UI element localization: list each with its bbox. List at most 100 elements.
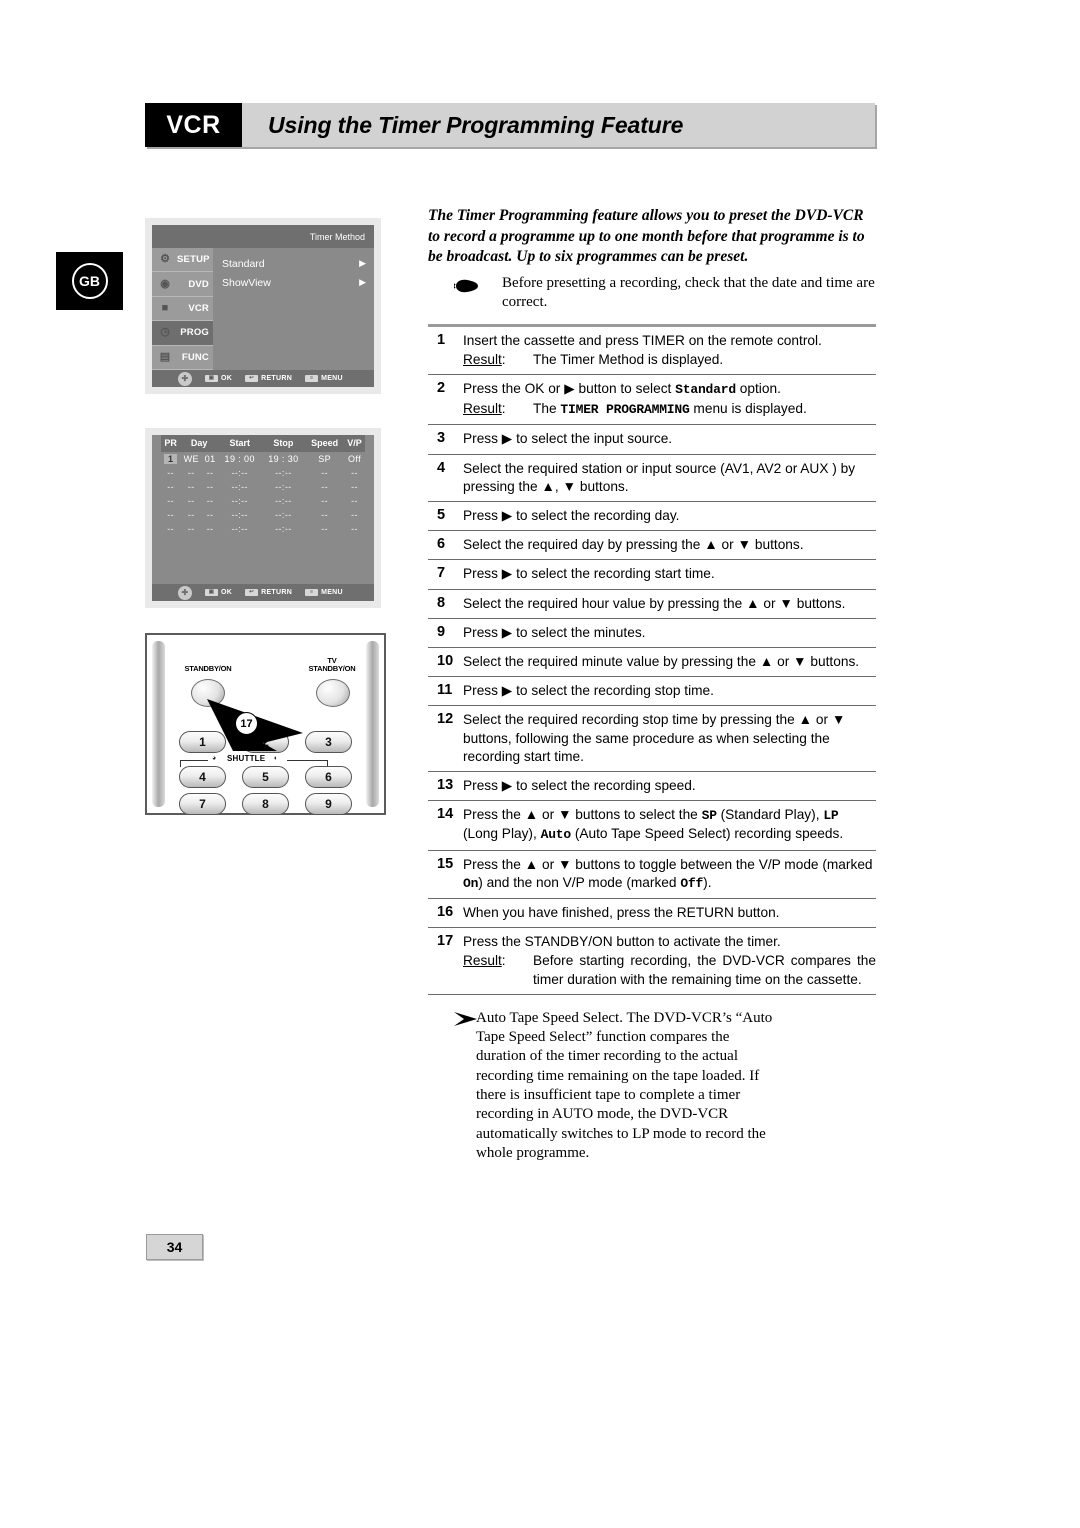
locale-badge: GB bbox=[56, 252, 123, 310]
step-17: 17 Press the STANDBY/ON button to activa… bbox=[428, 928, 876, 994]
osd-sidebar-item-dvd[interactable]: ◉ DVD bbox=[152, 272, 213, 297]
remote-key-5[interactable]: 5 bbox=[242, 766, 289, 788]
result-text-emphasis: TIMER PROGRAMMING bbox=[560, 402, 690, 418]
cell-day: -- bbox=[187, 482, 195, 492]
cell-start: --:-- bbox=[231, 524, 248, 534]
col-day: Day bbox=[180, 435, 218, 452]
instructions-column: The Timer Programming feature allows you… bbox=[428, 206, 876, 1163]
remote-key-7[interactable]: 7 bbox=[179, 793, 226, 815]
step-text-part: (Auto Tape Speed Select) recording speed… bbox=[571, 826, 844, 842]
step-9: 9 Press ▶ to select the minutes. bbox=[428, 619, 876, 648]
cell-stop: --:-- bbox=[275, 468, 292, 478]
step-body: Insert the cassette and press TIMER on t… bbox=[463, 332, 876, 369]
step-7: 7 Press ▶ to select the recording start … bbox=[428, 560, 876, 590]
chevron-right-icon: ▶ bbox=[359, 277, 366, 287]
col-pr: PR bbox=[161, 435, 181, 452]
shuttle-rule-right bbox=[287, 760, 328, 762]
tv-standby-label-line2: STANDBY/ON bbox=[308, 664, 356, 673]
step-14: 14 Press the ▲ or ▼ buttons to select th… bbox=[428, 801, 876, 851]
step-number: 16 bbox=[437, 903, 454, 920]
table-row[interactable]: 1 WE 01 19 : 00 19 : 30 SP Off bbox=[161, 452, 365, 466]
step-body: Press ▶ to select the input source. bbox=[463, 430, 876, 448]
osd-sidebar-item-func[interactable]: ▤ FUNC bbox=[152, 345, 213, 371]
step-body: Press the STANDBY/ON button to activate … bbox=[463, 933, 876, 989]
remote-key-3[interactable]: 3 bbox=[305, 731, 352, 753]
arrow-right-icon: ▶ bbox=[501, 431, 513, 447]
step-text-emphasis: SP bbox=[701, 808, 717, 824]
step-text: Insert the cassette and press TIMER on t… bbox=[463, 332, 822, 348]
menu-key-icon: ≡ bbox=[305, 589, 319, 596]
col-start: Start bbox=[217, 435, 262, 452]
remote-left-edge bbox=[152, 641, 165, 807]
step-result: Result: The Timer Method is displayed. bbox=[463, 351, 876, 369]
osd-sidebar-item-vcr[interactable]: ■ VCR bbox=[152, 296, 213, 322]
cell-day: -- bbox=[187, 496, 195, 506]
cell-start: --:-- bbox=[231, 510, 248, 520]
table-row[interactable]: -- -- -- --:-- --:-- -- -- bbox=[161, 508, 365, 522]
step-text: Press the OK or ▶ button to select Stand… bbox=[463, 380, 876, 399]
tail-note-text: Auto Tape Speed Select. The DVD-VCR’s “A… bbox=[476, 1009, 773, 1161]
table-row[interactable]: -- -- -- --:-- --:-- -- -- bbox=[161, 494, 365, 508]
cell-date: 01 bbox=[204, 454, 216, 464]
step-body: Press the ▲ or ▼ buttons to toggle betwe… bbox=[463, 856, 876, 893]
table-row[interactable]: -- -- -- --:-- --:-- -- -- bbox=[161, 522, 365, 536]
step-2: 2 Press the OK or ▶ button to select Sta… bbox=[428, 375, 876, 426]
cell-stop: 19 : 30 bbox=[268, 454, 299, 464]
osd-option-showview[interactable]: ShowView ▶ bbox=[222, 273, 366, 292]
step-text-part: to select the recording start time. bbox=[512, 566, 715, 582]
cell-speed: -- bbox=[321, 510, 329, 520]
step-6: 6 Select the required day by pressing th… bbox=[428, 531, 876, 561]
result-text: The Timer Method is displayed. bbox=[533, 351, 724, 367]
osd-screen: Timer Method ⚙ SETUP ◉ DVD ■ VCR ◷ PROG bbox=[152, 225, 374, 387]
step-text-part: Press bbox=[463, 566, 502, 582]
step-number: 14 bbox=[437, 806, 454, 823]
osd-hint-label: MENU bbox=[321, 375, 343, 382]
osd-sidebar-item-setup[interactable]: ⚙ SETUP bbox=[152, 248, 213, 273]
standby-on-label: STANDBY/ON bbox=[184, 664, 232, 673]
remote-key-4[interactable]: 4 bbox=[179, 766, 226, 788]
step-15: 15 Press the ▲ or ▼ buttons to toggle be… bbox=[428, 851, 876, 899]
figure-osd-timer-method: Timer Method ⚙ SETUP ◉ DVD ■ VCR ◷ PROG bbox=[145, 218, 381, 394]
step-text-emphasis: LP bbox=[823, 808, 839, 824]
step-text-part: to select the recording stop time. bbox=[512, 683, 714, 699]
osd-footer-hints: ✚ ▣ OK ↩ RETURN ≡ MENU bbox=[152, 370, 374, 387]
col-stop: Stop bbox=[261, 435, 306, 452]
step-4: 4 Select the required station or input s… bbox=[428, 455, 876, 502]
osd-option-standard[interactable]: Standard ▶ bbox=[222, 254, 366, 273]
step-number: 9 bbox=[437, 623, 446, 640]
step-body: Select the required minute value by pres… bbox=[463, 653, 860, 669]
step-text-part: Press the ▲ or ▼ buttons to select the bbox=[463, 807, 702, 823]
tv-standby-on-button[interactable] bbox=[316, 679, 350, 707]
cell-pr: 1 bbox=[161, 452, 180, 466]
osd-title: Timer Method bbox=[309, 231, 365, 242]
osd-hint-menu: ≡ MENU bbox=[305, 375, 343, 382]
cell-start: --:-- bbox=[231, 496, 248, 506]
step-text-part: (Long Play), bbox=[463, 826, 541, 842]
table-row[interactable]: -- -- -- --:-- --:-- -- -- bbox=[161, 466, 365, 480]
note-text: Before presetting a recording, check tha… bbox=[502, 274, 875, 310]
remote-key-6[interactable]: 6 bbox=[305, 766, 352, 788]
osd-sidebar-item-prog[interactable]: ◷ PROG bbox=[152, 321, 213, 346]
remote-key-9[interactable]: 9 bbox=[305, 793, 352, 815]
cell-vp: -- bbox=[351, 496, 358, 506]
step-text-part: to select the recording speed. bbox=[512, 777, 696, 793]
remote-key-8[interactable]: 8 bbox=[242, 793, 289, 815]
step-12: 12 Select the required recording stop ti… bbox=[428, 706, 876, 772]
step-number: 10 bbox=[437, 652, 454, 669]
cell-vp: -- bbox=[351, 468, 358, 478]
step-text-part: Press the ▲ or ▼ buttons to toggle betwe… bbox=[463, 856, 873, 872]
step-number: 15 bbox=[437, 855, 454, 872]
step-text-emphasis: Off bbox=[680, 875, 704, 891]
step-number: 8 bbox=[437, 594, 446, 611]
step-number: 17 bbox=[437, 933, 454, 950]
arrow-right-icon: ▶ bbox=[501, 566, 513, 582]
remote-right-edge bbox=[366, 641, 379, 807]
osd-option-label: ShowView bbox=[222, 276, 271, 289]
table-row[interactable]: -- -- -- --:-- --:-- -- -- bbox=[161, 480, 365, 494]
result-label-text: Result bbox=[463, 351, 502, 367]
cell-date: -- bbox=[206, 482, 214, 492]
timer-table-wrap: PR Day Start Stop Speed V/P 1 WE 01 19 :… bbox=[152, 435, 374, 584]
step-13: 13 Press ▶ to select the recording speed… bbox=[428, 772, 876, 802]
osd-sidebar-label: VCR bbox=[188, 303, 209, 315]
cell-pr: -- bbox=[167, 468, 175, 478]
